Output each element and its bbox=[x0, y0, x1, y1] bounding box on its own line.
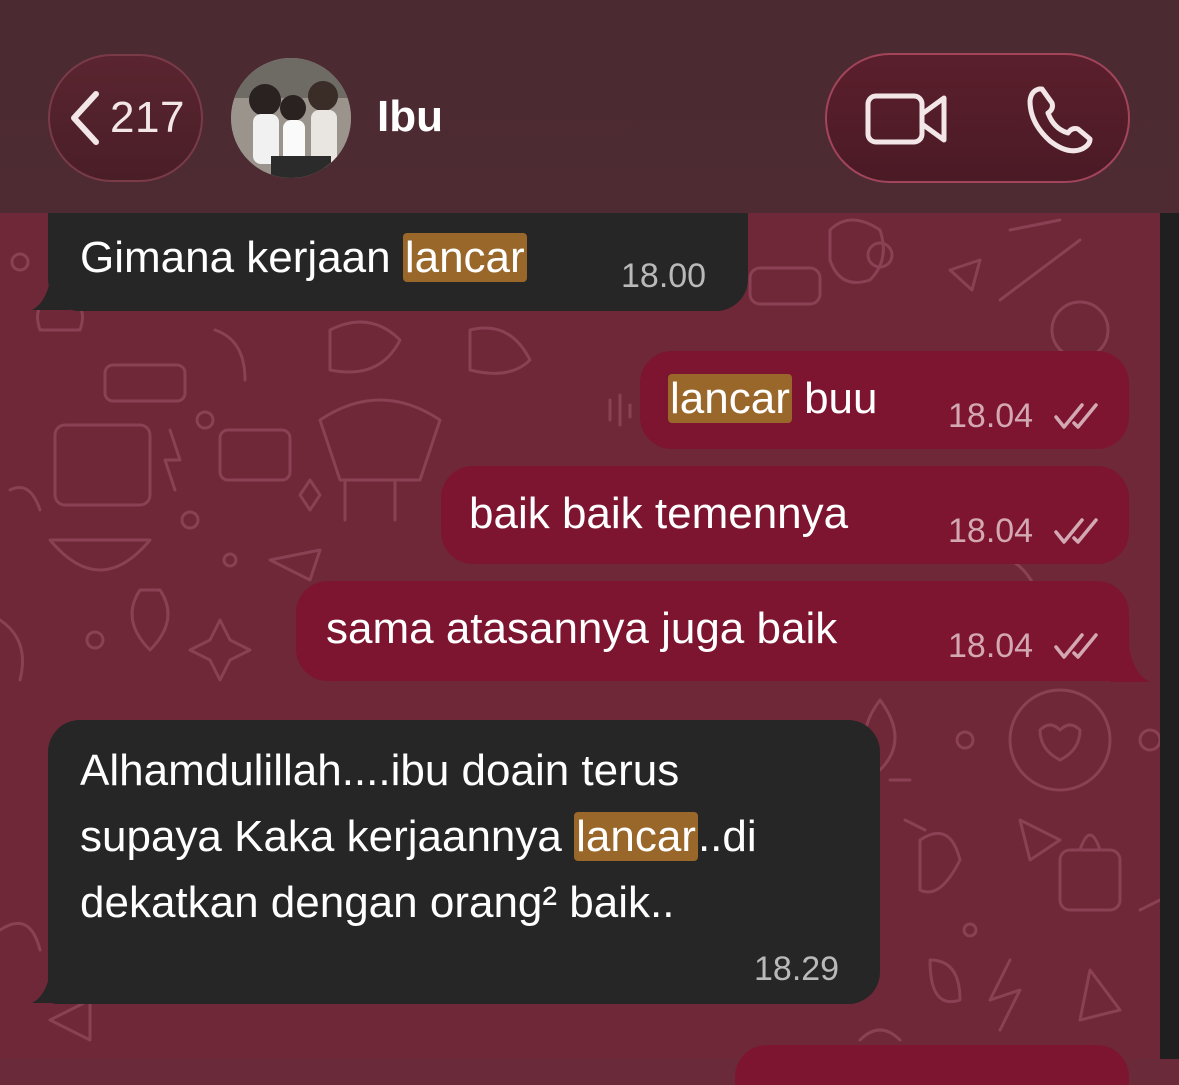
message-time: 18.04 bbox=[948, 397, 1034, 435]
message-time: 18.04 bbox=[948, 512, 1034, 550]
scrollbar[interactable] bbox=[1160, 213, 1179, 1059]
message-line: dekatkan dengan orang² baik.. bbox=[80, 878, 675, 927]
phone-icon[interactable] bbox=[1025, 84, 1093, 154]
back-button[interactable]: 217 bbox=[48, 54, 203, 182]
avatar[interactable] bbox=[231, 58, 351, 178]
message-bubble-outgoing[interactable] bbox=[735, 1045, 1129, 1085]
search-highlight: lancar bbox=[402, 233, 527, 282]
message-time: 18.29 bbox=[754, 950, 840, 988]
double-check-icon bbox=[1054, 518, 1098, 544]
message-text: Gimana kerjaan lancar bbox=[80, 233, 527, 282]
message-time: 18.00 bbox=[621, 257, 707, 295]
message-text: sama atasannya juga baik bbox=[326, 604, 838, 653]
message-bubble-incoming[interactable]: Gimana kerjaan lancar 18.00 bbox=[48, 213, 748, 311]
chevron-left-icon bbox=[71, 91, 100, 145]
message-bubble-incoming[interactable]: Alhamdulillah....ibu doain terus supaya … bbox=[48, 720, 880, 1004]
message-bubble-outgoing[interactable]: lancar buu 18.04 bbox=[640, 351, 1129, 449]
search-highlight: lancar bbox=[574, 812, 698, 861]
video-camera-icon[interactable] bbox=[865, 88, 949, 150]
chat-header: 217 Ibu bbox=[0, 0, 1179, 213]
message-bubble-outgoing[interactable]: baik baik temennya 18.04 bbox=[441, 466, 1129, 564]
unread-count: 217 bbox=[110, 93, 185, 142]
double-check-icon bbox=[1054, 633, 1098, 659]
message-time: 18.04 bbox=[948, 627, 1034, 665]
message-line: Alhamdulillah....ibu doain terus bbox=[80, 746, 680, 795]
search-highlight: lancar bbox=[668, 374, 792, 423]
message-text: baik baik temennya bbox=[469, 489, 849, 538]
message-text: lancar buu bbox=[668, 374, 878, 423]
message-line: supaya Kaka kerjaannya lancar..di bbox=[80, 812, 757, 861]
double-check-icon bbox=[1054, 403, 1098, 429]
contact-name[interactable]: Ibu bbox=[377, 92, 443, 142]
message-bubble-outgoing[interactable]: sama atasannya juga baik 18.04 bbox=[296, 581, 1129, 681]
